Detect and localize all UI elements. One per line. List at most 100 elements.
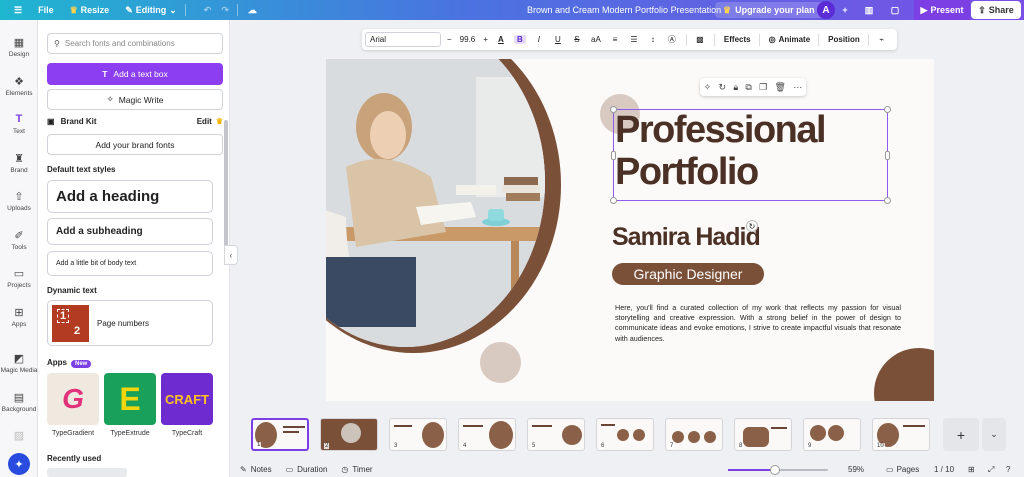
- strikethrough-button[interactable]: S: [571, 35, 583, 44]
- page-thumbnail[interactable]: 1: [251, 418, 309, 451]
- present-button[interactable]: ▶ Present: [914, 0, 970, 20]
- app-typeextrude[interactable]: E: [104, 373, 156, 425]
- document-title[interactable]: Brown and Cream Modern Portfolio Present…: [527, 5, 721, 15]
- app-typegradient[interactable]: G: [47, 373, 99, 425]
- magic-edit-icon[interactable]: ✧: [704, 82, 712, 93]
- page-thumbnail[interactable]: 5: [527, 418, 585, 451]
- page-thumbnail[interactable]: 7: [665, 418, 723, 451]
- page-thumbnail[interactable]: 10: [872, 418, 930, 451]
- rail-item-background[interactable]: ▤ Background: [0, 390, 38, 414]
- resize-handle-tl[interactable]: [610, 106, 617, 113]
- rail-item-tools[interactable]: ✐ Tools: [0, 228, 38, 252]
- resize-handle-br[interactable]: [884, 197, 891, 204]
- bold-button[interactable]: B: [513, 35, 526, 44]
- panel-scrollbar[interactable]: [224, 120, 228, 260]
- page-thumbnail[interactable]: 6: [596, 418, 654, 451]
- transparency-icon[interactable]: ▩: [694, 35, 706, 44]
- page-thumbnail[interactable]: 2: [320, 418, 378, 451]
- selection-box[interactable]: [610, 106, 891, 204]
- more-options-icon[interactable]: ⋯: [793, 82, 802, 93]
- fullscreen-icon[interactable]: ⤢: [988, 465, 994, 475]
- undo-button[interactable]: ↶: [204, 5, 212, 16]
- decrease-size-button[interactable]: −: [447, 35, 452, 44]
- lock-icon[interactable]: 🔒︎: [733, 82, 738, 93]
- rail-item-brand[interactable]: ♜ Brand: [0, 151, 38, 175]
- refresh-icon[interactable]: ↻: [718, 82, 726, 93]
- add-heading-button[interactable]: Add a heading: [47, 180, 213, 213]
- editing-mode-dropdown[interactable]: ✎ Editing ⌄: [125, 5, 177, 16]
- intro-paragraph[interactable]: Here, you'll find a curated collection o…: [615, 303, 901, 344]
- duplicate-icon[interactable]: ⧉: [745, 82, 751, 93]
- rail-item-apps[interactable]: ⊞ Apps: [0, 305, 38, 329]
- add-subheading-button[interactable]: Add a subheading: [47, 218, 213, 245]
- page-thumbnail[interactable]: 9: [803, 418, 861, 451]
- resize-handle-mr[interactable]: [885, 151, 890, 160]
- resize-handle-tr[interactable]: [884, 106, 891, 113]
- app-typecraft[interactable]: CRAFT: [161, 373, 213, 425]
- rail-item-more[interactable]: ▨: [0, 428, 38, 442]
- position-button[interactable]: Position: [828, 35, 860, 44]
- rail-item-text[interactable]: T Text: [0, 112, 38, 135]
- cloud-save-status[interactable]: ☁: [248, 5, 257, 16]
- redo-button[interactable]: ↷: [221, 5, 229, 16]
- resize-handle-bl[interactable]: [610, 197, 617, 204]
- file-menu[interactable]: File: [38, 5, 54, 15]
- zoom-slider-knob[interactable]: [770, 465, 781, 475]
- copy-icon[interactable]: ❐: [759, 82, 767, 93]
- animate-button[interactable]: ◎ Animate: [769, 35, 811, 44]
- comments-button[interactable]: ▢: [888, 3, 902, 17]
- spacing-icon[interactable]: ↕: [647, 35, 659, 44]
- rail-item-projects[interactable]: ▭ Projects: [0, 266, 38, 290]
- letter-case-button[interactable]: aA: [590, 35, 602, 44]
- page-thumbnail[interactable]: 3: [389, 418, 447, 451]
- text-effects-icon[interactable]: Ⓐ: [666, 34, 678, 45]
- duration-button[interactable]: ▭ Duration: [286, 465, 328, 474]
- upgrade-plan-button[interactable]: ♛ Upgrade your plan: [715, 2, 823, 18]
- italic-button[interactable]: I: [533, 35, 545, 44]
- add-text-box-button[interactable]: T Add a text box: [47, 63, 223, 85]
- trash-icon[interactable]: 🗑︎: [775, 82, 786, 93]
- notes-button[interactable]: ✎ Notes: [240, 465, 272, 474]
- text-color-button[interactable]: A: [495, 35, 507, 44]
- role-pill[interactable]: Graphic Designer: [612, 263, 764, 285]
- menu-button[interactable]: ☰: [14, 5, 22, 16]
- avatar[interactable]: A: [817, 1, 835, 19]
- increase-size-button[interactable]: +: [483, 35, 488, 44]
- copy-style-icon[interactable]: ⌁: [876, 35, 888, 44]
- zoom-slider[interactable]: [728, 465, 828, 475]
- rail-item-elements[interactable]: ❖ Elements: [0, 74, 38, 98]
- zoom-value[interactable]: 59%: [848, 465, 864, 474]
- analytics-button[interactable]: ▥: [862, 3, 876, 17]
- font-size-input[interactable]: 99.6: [460, 35, 476, 44]
- rail-item-magic-media[interactable]: ◩ Magic Media: [0, 351, 38, 375]
- timer-button[interactable]: ◷ Timer: [341, 465, 372, 474]
- share-button[interactable]: ⇪ Share: [971, 1, 1021, 19]
- underline-button[interactable]: U: [552, 35, 564, 44]
- magic-assistant-button[interactable]: ✦: [8, 453, 30, 475]
- slide-canvas[interactable]: Professional Portfolio Samira Hadid Grap…: [326, 59, 934, 401]
- align-icon[interactable]: ≡: [609, 35, 621, 44]
- list-icon[interactable]: ☰: [628, 35, 640, 44]
- font-family-select[interactable]: Arial: [365, 32, 441, 47]
- collapse-panel-button[interactable]: ‹: [224, 245, 238, 265]
- help-icon[interactable]: ?: [1006, 465, 1010, 474]
- resize-handle-ml[interactable]: [611, 151, 616, 160]
- page-numbers-button[interactable]: 1 2 Page numbers: [47, 300, 213, 346]
- page-thumbnail[interactable]: 4: [458, 418, 516, 451]
- grid-view-icon[interactable]: ⊞: [968, 465, 975, 474]
- add-collaborator-button[interactable]: +: [838, 3, 852, 17]
- page-thumbnail[interactable]: 8: [734, 418, 792, 451]
- add-body-text-button[interactable]: Add a little bit of body text: [47, 251, 213, 276]
- add-brand-fonts-button[interactable]: Add your brand fonts: [47, 134, 223, 155]
- search-input[interactable]: ⚲ Search fonts and combinations: [47, 33, 223, 54]
- brand-kit-edit-link[interactable]: Edit: [197, 117, 212, 126]
- effects-button[interactable]: Effects: [724, 35, 751, 44]
- page-options-button[interactable]: ⌄: [982, 418, 1006, 451]
- rotate-handle[interactable]: ↻: [746, 220, 758, 232]
- pages-button[interactable]: ▭ Pages: [886, 465, 919, 474]
- add-page-button[interactable]: +: [943, 418, 979, 451]
- rail-item-design[interactable]: ▦ Design: [0, 35, 38, 59]
- designer-name[interactable]: Samira Hadid: [612, 223, 761, 252]
- rail-item-uploads[interactable]: ⇧ Uploads: [0, 189, 38, 213]
- magic-write-button[interactable]: ✧ Magic Write: [47, 89, 223, 110]
